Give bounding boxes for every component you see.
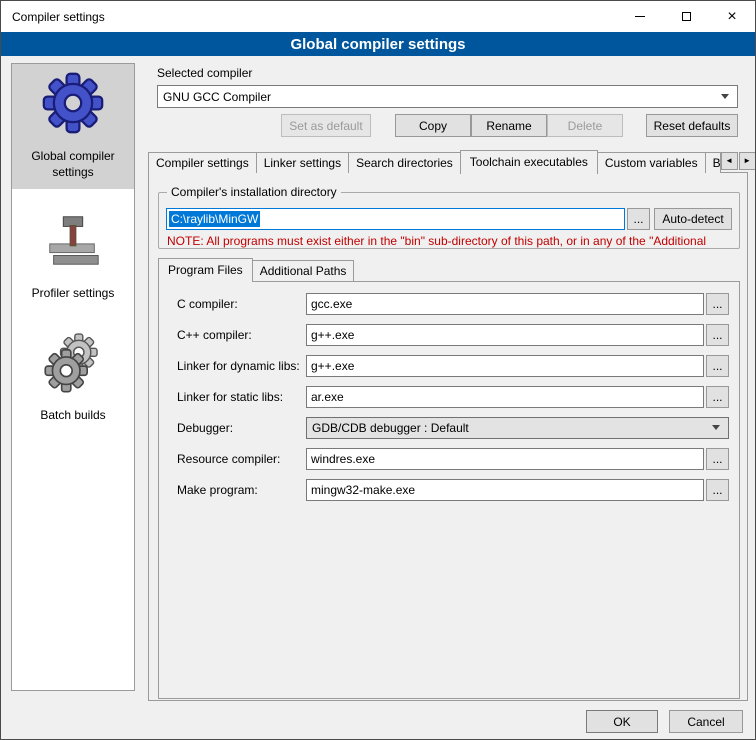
tab-scroll-left-button[interactable]: ◄ — [721, 152, 738, 170]
sidebar-item-batch-builds[interactable]: Batch builds — [12, 323, 134, 433]
ok-button[interactable]: OK — [586, 710, 658, 733]
reset-defaults-button[interactable]: Reset defaults — [646, 114, 738, 137]
linker-static-label: Linker for static libs: — [177, 390, 306, 404]
sub-tabstrip: Program Files Additional Paths — [158, 259, 354, 281]
gears-gray-icon — [42, 331, 104, 393]
tab-scroll-right-button[interactable]: ► — [739, 152, 756, 170]
cpp-compiler-browse-button[interactable]: ... — [706, 324, 729, 346]
install-dir-input[interactable]: C:\raylib\MinGW — [166, 208, 625, 230]
resource-compiler-label: Resource compiler: — [177, 452, 306, 466]
chevron-down-icon — [721, 94, 729, 99]
c-compiler-label: C compiler: — [177, 297, 306, 311]
debugger-select-value: GDB/CDB debugger : Default — [307, 421, 469, 435]
c-compiler-browse-button[interactable]: ... — [706, 293, 729, 315]
compiler-select-value: GNU GCC Compiler — [158, 90, 271, 104]
field-row-resource-compiler: Resource compiler: ... — [159, 447, 739, 470]
toolchain-executables-panel: Compiler's installation directory C:\ray… — [148, 172, 748, 701]
field-row-cpp-compiler: C++ compiler: ... — [159, 323, 739, 346]
field-row-make-program: Make program: ... — [159, 478, 739, 501]
dialog-header: Global compiler settings — [1, 32, 755, 56]
tab-linker-settings[interactable]: Linker settings — [256, 152, 349, 173]
close-button[interactable]: × — [709, 1, 755, 32]
installation-directory-group-title: Compiler's installation directory — [167, 185, 341, 199]
maximize-button[interactable] — [663, 1, 709, 32]
resource-compiler-browse-button[interactable]: ... — [706, 448, 729, 470]
copy-button[interactable]: Copy — [395, 114, 471, 137]
cpp-compiler-input[interactable] — [306, 324, 704, 346]
make-program-input[interactable] — [306, 479, 704, 501]
right-arrow-icon: ► — [743, 157, 751, 165]
rename-button[interactable]: Rename — [471, 114, 547, 137]
selected-compiler-label: Selected compiler — [157, 66, 252, 80]
installation-directory-group: Compiler's installation directory C:\ray… — [158, 192, 740, 249]
sidebar-item-label: Batch builds — [40, 408, 105, 424]
titlebar: Compiler settings × — [1, 1, 755, 32]
minimize-button[interactable] — [617, 1, 663, 32]
field-row-linker-static: Linker for static libs: ... — [159, 385, 739, 408]
profiler-icon — [42, 209, 104, 271]
compiler-buttons-row: Set as default Copy Rename Delete Reset … — [157, 114, 738, 137]
tab-custom-variables[interactable]: Custom variables — [597, 152, 706, 173]
linker-dynamic-label: Linker for dynamic libs: — [177, 359, 306, 373]
tab-search-directories[interactable]: Search directories — [348, 152, 461, 173]
sidebar-item-profiler-settings[interactable]: Profiler settings — [12, 201, 134, 311]
close-icon: × — [727, 9, 736, 25]
linker-dynamic-browse-button[interactable]: ... — [706, 355, 729, 377]
sidebar-item-label: Global compiler settings — [14, 149, 132, 180]
c-compiler-input[interactable] — [306, 293, 704, 315]
install-dir-browse-button[interactable]: ... — [627, 208, 650, 230]
tab-scroll-buttons: ◄ ► — [721, 152, 756, 170]
main-tabstrip: Compiler settings Linker settings Search… — [148, 150, 748, 173]
subtab-program-files[interactable]: Program Files — [158, 258, 253, 282]
note-text: NOTE: All programs must exist either in … — [167, 234, 748, 248]
debugger-label: Debugger: — [177, 421, 306, 435]
left-arrow-icon: ◄ — [725, 157, 733, 165]
tab-build-options[interactable]: Builc — [705, 152, 721, 173]
auto-detect-button[interactable]: Auto-detect — [654, 208, 732, 230]
dialog-title: Global compiler settings — [290, 36, 465, 53]
cancel-button[interactable]: Cancel — [669, 710, 743, 733]
resource-compiler-input[interactable] — [306, 448, 704, 470]
subtab-additional-paths[interactable]: Additional Paths — [252, 260, 355, 281]
program-files-panel: C compiler: ... C++ compiler: ... Linker… — [158, 281, 740, 699]
debugger-select[interactable]: GDB/CDB debugger : Default — [306, 417, 729, 439]
install-dir-selected-text: C:\raylib\MinGW — [169, 211, 260, 227]
tab-toolchain-executables[interactable]: Toolchain executables — [460, 150, 598, 174]
linker-static-input[interactable] — [306, 386, 704, 408]
minimize-icon — [635, 16, 645, 17]
field-row-debugger: Debugger: GDB/CDB debugger : Default — [159, 416, 739, 439]
tab-compiler-settings[interactable]: Compiler settings — [148, 152, 257, 173]
sidebar: Global compiler settings Profiler settin… — [11, 63, 135, 691]
sidebar-item-global-compiler-settings[interactable]: Global compiler settings — [12, 64, 134, 189]
maximize-icon — [682, 12, 691, 21]
gear-blue-icon — [42, 72, 104, 134]
compiler-settings-window: Compiler settings × Global compiler sett… — [0, 0, 756, 740]
field-row-c-compiler: C compiler: ... — [159, 292, 739, 315]
window-controls: × — [617, 1, 755, 32]
set-as-default-button[interactable]: Set as default — [281, 114, 371, 137]
window-title: Compiler settings — [1, 10, 105, 24]
installation-directory-row: C:\raylib\MinGW ... Auto-detect — [166, 208, 732, 230]
field-row-linker-dynamic: Linker for dynamic libs: ... — [159, 354, 739, 377]
linker-static-browse-button[interactable]: ... — [706, 386, 729, 408]
make-program-browse-button[interactable]: ... — [706, 479, 729, 501]
delete-button[interactable]: Delete — [547, 114, 623, 137]
linker-dynamic-input[interactable] — [306, 355, 704, 377]
sidebar-item-label: Profiler settings — [32, 286, 115, 302]
compiler-select[interactable]: GNU GCC Compiler — [157, 85, 738, 108]
cpp-compiler-label: C++ compiler: — [177, 328, 306, 342]
make-program-label: Make program: — [177, 483, 306, 497]
chevron-down-icon — [712, 425, 720, 430]
